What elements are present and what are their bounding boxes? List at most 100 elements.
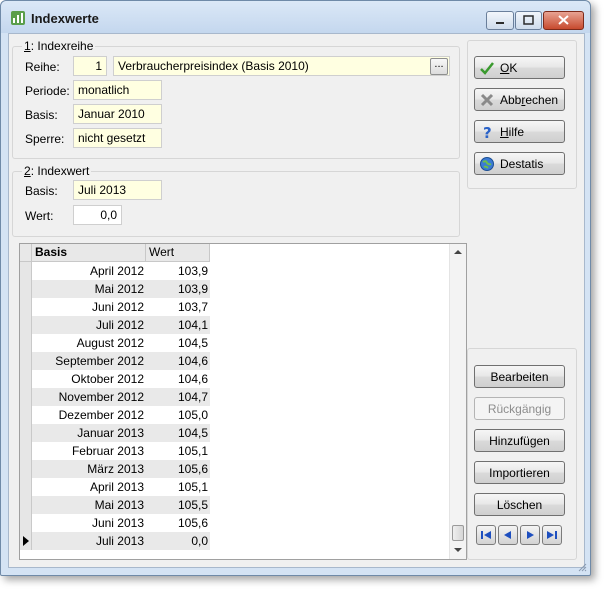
destatis-button[interactable]: Destatis [474,152,565,175]
grid-header-wert[interactable]: Wert [146,244,210,262]
current-row-indicator-icon[interactable] [20,532,32,550]
table-row[interactable]: März 2013 105,6 [20,460,220,478]
grid-header-corner [20,244,32,262]
sperre-field[interactable]: nicht gesetzt [73,128,162,148]
grid-vertical-scrollbar[interactable] [449,244,466,559]
row-indicator[interactable] [20,280,32,298]
cell-basis[interactable]: April 2012 [32,262,146,280]
row-indicator[interactable] [20,514,32,532]
cell-wert[interactable]: 104,6 [146,370,210,388]
table-row[interactable]: Januar 2013 104,5 [20,424,220,442]
ok-button[interactable]: OK [474,56,565,79]
cell-basis[interactable]: Mai 2013 [32,496,146,514]
row-indicator[interactable] [20,406,32,424]
cell-wert[interactable]: 105,5 [146,496,210,514]
cell-wert[interactable]: 105,6 [146,460,210,478]
cell-basis[interactable]: Oktober 2012 [32,370,146,388]
add-button[interactable]: Hinzufügen [474,429,565,452]
delete-button[interactable]: Löschen [474,493,565,516]
value-basis-field[interactable]: Juli 2013 [73,180,162,200]
cell-wert[interactable]: 105,1 [146,442,210,460]
cell-basis[interactable]: September 2012 [32,352,146,370]
dialog-client-area: 1: Indexreihe Reihe: 1 Verbraucherpreisi… [8,33,585,568]
table-row[interactable]: August 2012 104,5 [20,334,220,352]
table-row[interactable]: Juni 2012 103,7 [20,298,220,316]
row-indicator[interactable] [20,424,32,442]
cell-basis[interactable]: Juli 2013 [32,532,146,550]
reihe-number-field[interactable]: 1 [73,56,107,76]
table-row[interactable]: Mai 2012 103,9 [20,280,220,298]
cell-wert[interactable]: 104,1 [146,316,210,334]
cell-basis[interactable]: Juli 2012 [32,316,146,334]
row-indicator[interactable] [20,442,32,460]
cell-basis[interactable]: Dezember 2012 [32,406,146,424]
row-indicator[interactable] [20,316,32,334]
nav-next-button[interactable] [520,525,540,545]
table-row[interactable]: April 2012 103,9 [20,262,220,280]
row-indicator[interactable] [20,496,32,514]
table-row[interactable]: Juni 2013 105,6 [20,514,220,532]
table-row[interactable]: Mai 2013 105,5 [20,496,220,514]
minimize-button[interactable] [486,11,514,30]
reihe-name-field[interactable]: Verbraucherpreisindex (Basis 2010) [113,56,450,76]
cell-wert[interactable]: 103,7 [146,298,210,316]
table-row[interactable]: Juli 2013 0,0 [20,532,220,550]
wert-field[interactable]: 0,0 [73,205,122,225]
row-indicator[interactable] [20,460,32,478]
cell-basis[interactable]: März 2013 [32,460,146,478]
title-bar[interactable]: Indexwerte [1,1,590,33]
help-button[interactable]: ? Hilfe [474,120,565,143]
close-button[interactable] [543,11,584,30]
nav-last-button[interactable] [542,525,562,545]
cell-wert[interactable]: 104,6 [146,352,210,370]
periode-field[interactable]: monatlich [73,80,162,100]
table-row[interactable]: Dezember 2012 105,0 [20,406,220,424]
row-indicator[interactable] [20,370,32,388]
table-row[interactable]: September 2012 104,6 [20,352,220,370]
cell-basis[interactable]: Februar 2013 [32,442,146,460]
table-row[interactable]: Februar 2013 105,1 [20,442,220,460]
table-row[interactable]: Juli 2012 104,1 [20,316,220,334]
cell-wert[interactable]: 104,5 [146,334,210,352]
nav-first-button[interactable] [476,525,496,545]
cell-wert[interactable]: 104,7 [146,388,210,406]
cell-wert[interactable]: 105,0 [146,406,210,424]
row-indicator[interactable] [20,352,32,370]
row-indicator[interactable] [20,334,32,352]
cell-basis[interactable]: November 2012 [32,388,146,406]
row-indicator[interactable] [20,262,32,280]
index-values-grid[interactable]: Basis Wert April 2012 103,9 Mai 2012 103,9 J… [19,243,467,560]
cell-basis[interactable]: Juni 2012 [32,298,146,316]
cell-wert[interactable]: 105,1 [146,478,210,496]
cell-basis[interactable]: August 2012 [32,334,146,352]
cell-basis[interactable]: April 2013 [32,478,146,496]
reihe-browse-button[interactable]: ... [430,58,448,75]
row-indicator[interactable] [20,388,32,406]
cell-wert[interactable]: 103,9 [146,280,210,298]
undo-button[interactable]: Rückgängig [474,397,565,420]
table-row[interactable]: April 2013 105,1 [20,478,220,496]
cell-basis[interactable]: Juni 2013 [32,514,146,532]
cell-wert[interactable]: 0,0 [146,532,210,550]
basis-field[interactable]: Januar 2010 [73,104,162,124]
app-icon [11,11,25,25]
import-button[interactable]: Importieren [474,461,565,484]
table-row[interactable]: Oktober 2012 104,6 [20,370,220,388]
cancel-button[interactable]: Abbrechen [474,88,565,111]
scroll-up-icon[interactable] [454,250,462,254]
scroll-thumb[interactable] [452,525,464,541]
cell-wert[interactable]: 105,6 [146,514,210,532]
resize-grip-icon[interactable] [577,562,587,572]
cell-basis[interactable]: Januar 2013 [32,424,146,442]
maximize-button[interactable] [515,11,542,30]
row-indicator[interactable] [20,298,32,316]
cell-wert[interactable]: 104,5 [146,424,210,442]
table-row[interactable]: November 2012 104,7 [20,388,220,406]
grid-header-basis[interactable]: Basis [32,244,146,262]
cell-wert[interactable]: 103,9 [146,262,210,280]
scroll-down-icon[interactable] [454,548,462,552]
cell-basis[interactable]: Mai 2012 [32,280,146,298]
row-indicator[interactable] [20,478,32,496]
nav-prev-button[interactable] [498,525,518,545]
edit-button[interactable]: Bearbeiten [474,365,565,388]
